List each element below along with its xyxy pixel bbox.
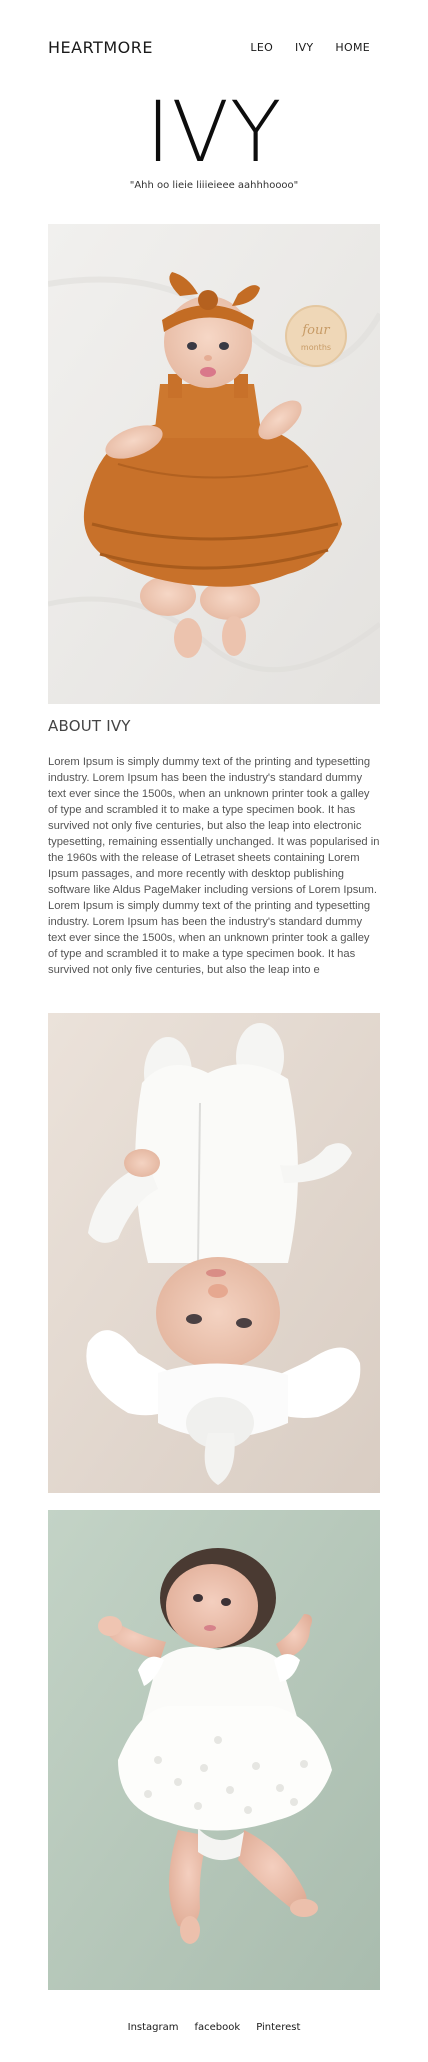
milestone-card-line1: four	[301, 323, 330, 338]
photo-white-dress	[48, 1510, 380, 1990]
footer-link-pinterest[interactable]: Pinterest	[256, 2022, 300, 2033]
page-title: IVY	[145, 83, 283, 181]
about-heading: ABOUT IVY	[48, 717, 131, 735]
footer-link-facebook[interactable]: facebook	[195, 2022, 241, 2033]
about-body-text: Lorem Ipsum is simply dummy text of the …	[48, 756, 380, 976]
baby-white-bow-illustration	[48, 1013, 380, 1493]
milestone-card-line2: months	[301, 343, 331, 352]
nav-link-home[interactable]: HOME	[335, 41, 370, 54]
brand-logo[interactable]: HEARTMORE	[48, 38, 153, 57]
main-nav: LEO IVY HOME	[250, 41, 370, 54]
nav-link-ivy[interactable]: IVY	[295, 41, 313, 54]
hero-quote: "Ahh oo lieie liiieieee aahhhoooo"	[129, 180, 299, 191]
site-footer: Instagram facebook Pinterest	[0, 2022, 428, 2033]
baby-white-dress-illustration	[48, 1510, 380, 1990]
baby-orange-dress-illustration: four months	[48, 224, 380, 704]
photo-white-bow	[48, 1013, 380, 1493]
footer-link-instagram[interactable]: Instagram	[128, 2022, 179, 2033]
photo-orange-dress: four months	[48, 224, 380, 704]
nav-link-leo[interactable]: LEO	[250, 41, 273, 54]
